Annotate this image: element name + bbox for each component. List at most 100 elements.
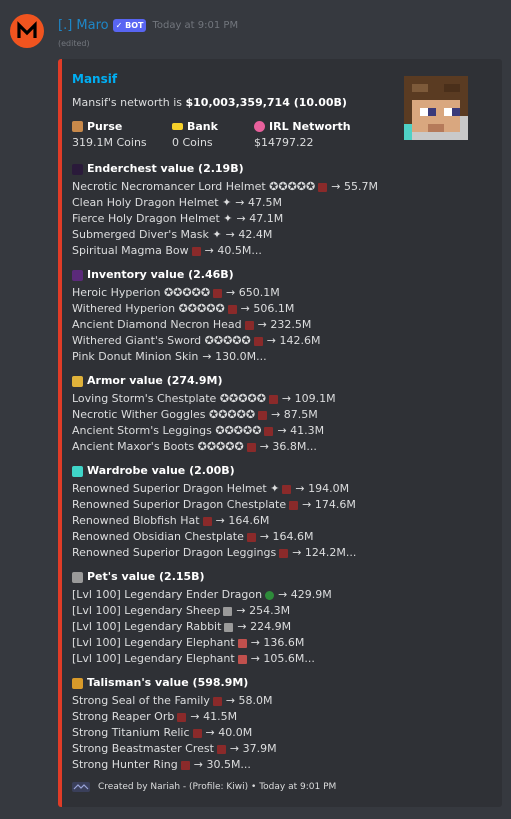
enderchest-icon	[72, 163, 83, 175]
message-header: [.] Maro ✓ BOT Today at 9:01 PM	[58, 16, 238, 34]
list-item: [Lvl 100] Legendary Sheep → 254.3M	[72, 604, 291, 617]
list-item: [Lvl 100] Legendary Rabbit → 224.9M	[72, 620, 292, 633]
section-title: Inventory value (2.46B)	[87, 268, 234, 281]
list-item: [Lvl 100] Legendary Ender Dragon → 429.9M	[72, 588, 332, 601]
networth-prefix: Mansif's networth is	[72, 96, 186, 109]
item-icon	[246, 532, 256, 542]
list-item: Loving Storm's Chestplate ✪✪✪✪✪ → 109.1M	[72, 392, 336, 405]
item-icon	[212, 696, 222, 706]
donut-icon	[254, 121, 265, 132]
list-item: [Lvl 100] Legendary Elephant → 136.6M	[72, 636, 305, 649]
item-icon	[264, 426, 274, 436]
item-icon	[213, 288, 223, 298]
list-item: Clean Holy Dragon Helmet ✦ → 47.5M	[72, 196, 282, 209]
list-item: Necrotic Necromancer Lord Helmet ✪✪✪✪✪ → …	[72, 180, 378, 193]
item-icon	[192, 728, 202, 738]
author-name[interactable]: [.] Maro	[58, 18, 109, 33]
footer-text: Created by Nariah - (Profile: Kiwi) • To…	[98, 782, 337, 792]
maro-logo-icon	[17, 21, 37, 38]
section-pets: Pet's value (2.15B) [Lvl 100] Legendary …	[72, 569, 332, 667]
item-icon	[180, 760, 190, 770]
list-item: Spiritual Magma Bow → 40.5M...	[72, 244, 262, 257]
inventory-icon	[72, 269, 83, 281]
list-item: Ancient Maxor's Boots ✪✪✪✪✪ → 36.8M...	[72, 440, 317, 453]
gold-ingot-icon	[172, 123, 183, 130]
list-item: Strong Titanium Relic → 40.0M	[72, 726, 253, 739]
list-item: Ancient Storm's Leggings ✪✪✪✪✪ → 41.3M	[72, 424, 325, 437]
item-icon	[318, 182, 328, 192]
networth-value: $10,003,359,714	[185, 96, 290, 109]
field-purse: Purse 319.1M Coins	[72, 120, 147, 149]
item-icon	[244, 320, 254, 330]
section-armor: Armor value (274.9M) Loving Storm's Ches…	[72, 373, 336, 455]
item-icon	[227, 304, 237, 314]
list-item: Ancient Diamond Necron Head → 232.5M	[72, 318, 312, 331]
edited-label: (edited)	[58, 39, 90, 48]
item-icon	[202, 516, 212, 526]
section-title: Enderchest value (2.19B)	[87, 162, 244, 175]
item-icon	[177, 712, 187, 722]
wardrobe-icon	[72, 465, 83, 477]
field-name: Purse	[87, 120, 123, 133]
item-icon	[279, 548, 289, 558]
list-item: Necrotic Wither Goggles ✪✪✪✪✪ → 87.5M	[72, 408, 318, 421]
section-enderchest: Enderchest value (2.19B) Necrotic Necrom…	[72, 161, 378, 259]
list-item: Strong Beastmaster Crest → 37.9M	[72, 742, 277, 755]
networth-embed: Mansif Mansif's networth is $10,003,359,…	[58, 59, 502, 807]
talisman-icon	[72, 677, 83, 689]
list-item: Renowned Superior Dragon Leggings → 124.2…	[72, 546, 357, 559]
bot-avatar[interactable]	[10, 14, 44, 48]
item-icon	[237, 654, 247, 664]
embed-title[interactable]: Mansif	[72, 72, 117, 86]
field-value: $14797.22	[254, 136, 314, 149]
pet-icon	[72, 571, 83, 583]
section-wardrobe: Wardrobe value (2.00B) Renowned Superior…	[72, 463, 356, 561]
field-bank: Bank 0 Coins	[172, 120, 218, 149]
section-title: Talisman's value (598.9M)	[87, 676, 249, 689]
list-item: Withered Giant's Sword ✪✪✪✪✪ → 142.6M	[72, 334, 321, 347]
field-name: IRL Networth	[269, 120, 351, 133]
list-item: Renowned Superior Dragon Chestplate → 174…	[72, 498, 356, 511]
section-title: Pet's value (2.15B)	[87, 570, 205, 583]
item-icon	[268, 394, 278, 404]
item-icon	[191, 246, 201, 256]
item-icon	[258, 410, 268, 420]
list-item: Renowned Superior Dragon Helmet ✦ → 194.0…	[72, 482, 350, 495]
list-item: Strong Hunter Ring → 30.5M...	[72, 758, 251, 771]
item-icon	[237, 638, 247, 648]
footer-icon	[72, 782, 90, 792]
section-title: Wardrobe value (2.00B)	[87, 464, 235, 477]
item-icon	[253, 336, 263, 346]
item-icon	[224, 622, 234, 632]
field-name: Bank	[187, 120, 218, 133]
list-item: Renowned Obsidian Chestplate → 164.6M	[72, 530, 314, 543]
list-item: Strong Reaper Orb → 41.5M	[72, 710, 238, 723]
item-icon	[223, 606, 233, 616]
player-head-thumbnail[interactable]	[404, 76, 468, 140]
networth-short: (10.00B)	[289, 96, 347, 109]
field-value: 0 Coins	[172, 136, 213, 149]
item-icon	[246, 442, 256, 452]
item-icon	[216, 744, 226, 754]
item-icon	[289, 500, 299, 510]
item-icon	[265, 590, 275, 600]
list-item: Withered Hyperion ✪✪✪✪✪ → 506.1M	[72, 302, 295, 315]
list-item: Renowned Blobfish Hat → 164.6M	[72, 514, 270, 527]
bot-badge: ✓ BOT	[112, 18, 147, 32]
list-item: Pink Donut Minion Skin → 130.0M...	[72, 350, 267, 363]
list-item: Heroic Hyperion ✪✪✪✪✪ → 650.1M	[72, 286, 280, 299]
list-item: Submerged Diver's Mask ✦ → 42.4M	[72, 228, 273, 241]
field-value: 319.1M Coins	[72, 136, 147, 149]
field-irl-networth: IRL Networth $14797.22	[254, 120, 351, 149]
section-talismans: Talisman's value (598.9M) Strong Seal of…	[72, 675, 277, 773]
networth-line: Mansif's networth is $10,003,359,714 (10…	[72, 96, 347, 109]
list-item: Fierce Holy Dragon Helmet ✦ → 47.1M	[72, 212, 284, 225]
item-icon	[282, 484, 292, 494]
chest-icon	[72, 121, 83, 132]
list-item: Strong Seal of the Family → 58.0M	[72, 694, 273, 707]
section-inventory: Inventory value (2.46B) Heroic Hyperion …	[72, 267, 320, 365]
armor-icon	[72, 375, 83, 387]
list-item: [Lvl 100] Legendary Elephant → 105.6M...	[72, 652, 315, 665]
embed-footer: Created by Nariah - (Profile: Kiwi) • To…	[72, 782, 336, 792]
section-title: Armor value (274.9M)	[87, 374, 223, 387]
